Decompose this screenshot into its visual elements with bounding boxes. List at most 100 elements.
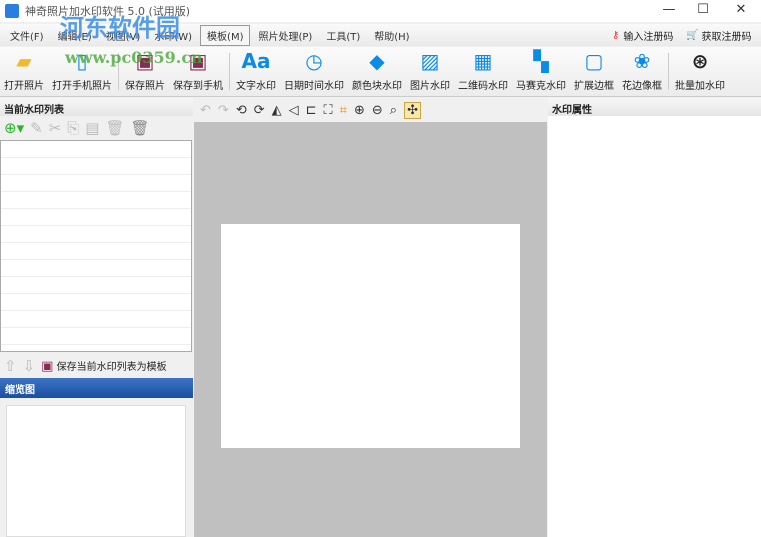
folder-icon: ▰ [16, 49, 32, 73]
zoom-in-icon[interactable]: ⊕ [354, 103, 365, 118]
text-icon: Aa [241, 49, 271, 73]
flip-vertical-icon[interactable]: ◁ [289, 103, 299, 118]
main-toolbar: ▰ 打开照片 ▯ 打开手机照片 ▣ 保存照片 ▣ 保存到手机 Aa 文字水印 ◷ 日期时间水… [0, 47, 761, 97]
fullscreen-icon[interactable]: ✣ [404, 101, 421, 119]
menu-watermark[interactable]: 水印(W) [148, 26, 198, 45]
label: 扩展边框 [574, 81, 614, 92]
clock-icon: ◷ [305, 49, 323, 73]
separator [229, 53, 230, 90]
separator [118, 53, 119, 90]
left-panel: 当前水印列表 ⊕▾ ✎ ✂ ⎘ ▤ 🗑 🗑 ⇧ ⇩ ▣ 保存当前水印列表为模板 … [0, 98, 193, 537]
move-down-icon[interactable]: ⇩ [23, 357, 36, 375]
thumbnail-view [6, 405, 186, 537]
cut-icon[interactable]: ✂ [49, 119, 62, 137]
watermark-list-title: 当前水印列表 [0, 98, 193, 116]
minimize-button[interactable]: — [652, 0, 686, 20]
photo-preview [221, 224, 520, 448]
menu-file[interactable]: 文件(F) [4, 26, 50, 45]
copy-icon[interactable]: ⎘ [67, 119, 79, 137]
separator [668, 53, 669, 90]
cart-icon: 🛒 [686, 29, 699, 41]
batch-watermark-button[interactable]: ⊛ 批量加水印 [671, 47, 729, 96]
save-template-button[interactable]: ▣ 保存当前水印列表为模板 [41, 358, 166, 374]
menu-tools[interactable]: 工具(T) [320, 26, 366, 45]
paint-bucket-icon: ◆ [369, 49, 385, 73]
lace-frame-button[interactable]: ❀ 花边像框 [618, 47, 666, 96]
label: 颜色块水印 [352, 81, 402, 92]
batch-icon: ⊛ [691, 49, 709, 73]
phone-icon: ▯ [76, 49, 88, 73]
qrcode-icon: ▦ [473, 49, 493, 73]
extend-border-button[interactable]: ▢ 扩展边框 [570, 47, 618, 96]
enter-code-label: 输入注册码 [623, 31, 674, 43]
frame-icon: ❀ [633, 49, 651, 73]
editor-area: ↶ ↷ ⟲ ⟳ ◭ ◁ ⊏ ⛶ ⌗ ⊕ ⊖ ⌕ ✣ [194, 98, 547, 537]
rotate-right-icon[interactable]: ⟳ [254, 103, 265, 118]
label: 批量加水印 [675, 81, 725, 92]
datetime-watermark-button[interactable]: ◷ 日期时间水印 [280, 47, 348, 96]
watermark-list[interactable] [0, 140, 192, 352]
menu-bar: 文件(F) 编辑(E) 视图(V) 水印(W) 模板(M) 照片处理(P) 工具… [0, 24, 761, 46]
title-bar: 神奇照片加水印软件 5.0 (试用版) — ☐ ✕ [0, 0, 761, 22]
save-icon: ▣ [41, 359, 54, 374]
move-up-icon[interactable]: ⇧ [4, 357, 17, 375]
label: 日期时间水印 [284, 81, 344, 92]
menu-view[interactable]: 视图(V) [100, 26, 147, 45]
undo-icon[interactable]: ↶ [200, 103, 211, 118]
clear-icon[interactable]: 🗑 [131, 119, 150, 137]
fit-icon[interactable]: ⛶ [324, 103, 333, 118]
list-toolbar: ⊕▾ ✎ ✂ ⎘ ▤ 🗑 🗑 [0, 116, 150, 140]
label: 马赛克水印 [516, 81, 566, 92]
color-block-watermark-button[interactable]: ◆ 颜色块水印 [348, 47, 406, 96]
enter-code-button[interactable]: ⚷ 输入注册码 [612, 24, 673, 46]
save-to-phone-button[interactable]: ▣ 保存到手机 [169, 47, 227, 96]
mosaic-icon: ▚ [533, 49, 549, 73]
image-watermark-button[interactable]: ▨ 图片水印 [406, 47, 454, 96]
save-photo-button[interactable]: ▣ 保存照片 [121, 47, 169, 96]
list-bottom-toolbar: ⇧ ⇩ ▣ 保存当前水印列表为模板 [0, 354, 167, 378]
label: 保存到手机 [173, 81, 223, 92]
menu-help[interactable]: 帮助(H) [368, 26, 415, 45]
save-phone-icon: ▣ [188, 49, 208, 73]
image-icon: ▨ [420, 49, 440, 73]
label: 二维码水印 [458, 81, 508, 92]
editor-toolbar: ↶ ↷ ⟲ ⟳ ◭ ◁ ⊏ ⛶ ⌗ ⊕ ⊖ ⌕ ✣ [194, 98, 547, 122]
text-watermark-button[interactable]: Aa 文字水印 [232, 47, 280, 96]
menu-edit[interactable]: 编辑(E) [52, 26, 98, 45]
label: 打开手机照片 [52, 81, 112, 92]
delete-icon[interactable]: 🗑 [105, 119, 124, 137]
paste-icon[interactable]: ▤ [85, 119, 99, 137]
zoom-actual-icon[interactable]: ⌕ [390, 103, 397, 118]
key-icon: ⚷ [612, 29, 620, 41]
redo-icon[interactable]: ↷ [218, 103, 229, 118]
qrcode-watermark-button[interactable]: ▦ 二维码水印 [454, 47, 512, 96]
save-template-label: 保存当前水印列表为模板 [56, 362, 167, 373]
properties-panel: 水印属性 [548, 98, 761, 537]
get-code-label: 获取注册码 [701, 31, 752, 43]
open-photo-button[interactable]: ▰ 打开照片 [0, 47, 48, 96]
mosaic-watermark-button[interactable]: ▚ 马赛克水印 [512, 47, 570, 96]
zoom-out-icon[interactable]: ⊖ [372, 103, 383, 118]
thumbnail-title: 缩览图 [0, 378, 193, 398]
properties-title: 水印属性 [548, 98, 761, 116]
open-phone-photo-button[interactable]: ▯ 打开手机照片 [48, 47, 116, 96]
image-canvas[interactable] [194, 122, 547, 537]
crop-icon[interactable]: ⌗ [340, 103, 347, 118]
menu-photo[interactable]: 照片处理(P) [252, 26, 318, 45]
label: 花边像框 [622, 81, 662, 92]
close-button[interactable]: ✕ [724, 0, 758, 20]
resize-icon[interactable]: ⊏ [306, 103, 317, 118]
get-code-button[interactable]: 🛒 获取注册码 [686, 24, 751, 46]
maximize-button[interactable]: ☐ [686, 0, 720, 20]
rotate-left-icon[interactable]: ⟲ [236, 103, 247, 118]
save-icon: ▣ [135, 49, 155, 73]
label: 打开照片 [4, 81, 44, 92]
label: 文字水印 [236, 81, 276, 92]
flip-horizontal-icon[interactable]: ◭ [272, 103, 282, 118]
window-title: 神奇照片加水印软件 5.0 (试用版) [25, 5, 191, 18]
label: 图片水印 [410, 81, 450, 92]
add-icon[interactable]: ⊕▾ [4, 119, 24, 137]
menu-template[interactable]: 模板(M) [200, 24, 251, 46]
edit-icon[interactable]: ✎ [30, 119, 43, 137]
app-icon [5, 4, 19, 18]
